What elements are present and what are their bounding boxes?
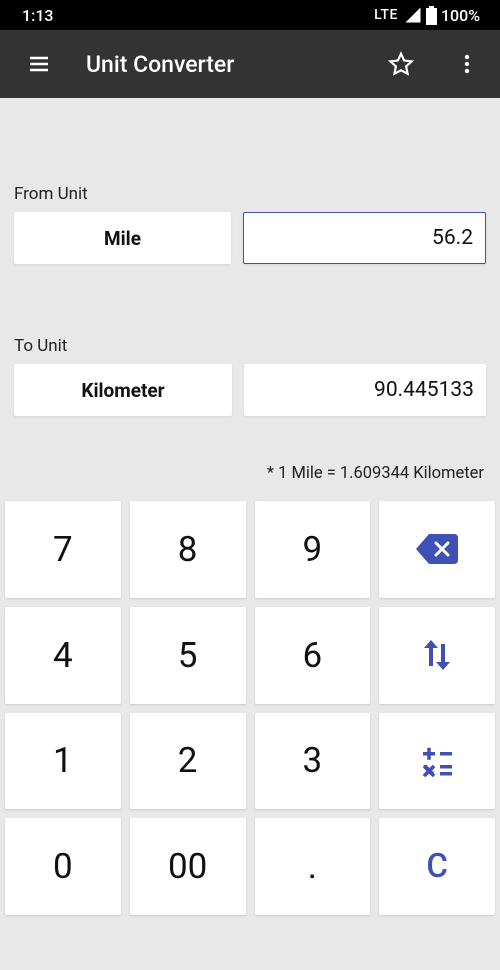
key-8[interactable]: 8	[130, 501, 246, 598]
key-clear[interactable]: C	[379, 818, 495, 915]
app-bar: Unit Converter	[0, 30, 500, 98]
app-title: Unit Converter	[86, 51, 354, 78]
from-label: From Unit	[14, 184, 486, 204]
to-section: To Unit Kilometer 90.445133	[0, 336, 500, 416]
key-backspace[interactable]	[379, 501, 495, 598]
key-6[interactable]: 6	[255, 607, 371, 704]
status-time: 1:13	[22, 6, 54, 25]
battery-percent: 100%	[441, 6, 480, 25]
from-section: From Unit Mile 56.2	[0, 184, 500, 264]
key-dot[interactable]: .	[255, 818, 371, 915]
key-5[interactable]: 5	[130, 607, 246, 704]
key-00[interactable]: 00	[130, 818, 246, 915]
key-7[interactable]: 7	[5, 501, 121, 598]
to-label: To Unit	[14, 336, 486, 356]
from-value-input[interactable]: 56.2	[243, 212, 486, 264]
hamburger-icon	[27, 52, 51, 76]
key-1[interactable]: 1	[5, 713, 121, 810]
conversion-formula: * 1 Mile = 1.609344 Kilometer	[0, 464, 500, 495]
status-right: LTE 100%	[374, 6, 480, 25]
key-4[interactable]: 4	[5, 607, 121, 704]
status-bar: 1:13 LTE 100%	[0, 0, 500, 30]
key-calculator[interactable]	[379, 713, 495, 810]
keypad: 7 8 9 4 5 6 1 2 3	[0, 495, 500, 923]
battery-icon	[426, 6, 437, 25]
to-value-output[interactable]: 90.445133	[244, 364, 486, 416]
favorite-button[interactable]	[382, 45, 420, 83]
key-2[interactable]: 2	[130, 713, 246, 810]
more-vert-icon	[455, 52, 479, 76]
key-9[interactable]: 9	[255, 501, 371, 598]
signal-icon	[404, 6, 422, 24]
network-label: LTE	[374, 7, 398, 23]
star-icon	[388, 51, 414, 77]
key-3[interactable]: 3	[255, 713, 371, 810]
menu-button[interactable]	[20, 45, 58, 83]
to-unit-select[interactable]: Kilometer	[14, 364, 232, 416]
key-0[interactable]: 0	[5, 818, 121, 915]
overflow-menu-button[interactable]	[448, 45, 486, 83]
backspace-icon	[416, 534, 458, 564]
swap-icon	[420, 638, 454, 672]
content: From Unit Mile 56.2 To Unit Kilometer 90…	[0, 98, 500, 970]
calc-ops-icon	[419, 743, 455, 779]
from-unit-select[interactable]: Mile	[14, 212, 231, 264]
key-swap[interactable]	[379, 607, 495, 704]
